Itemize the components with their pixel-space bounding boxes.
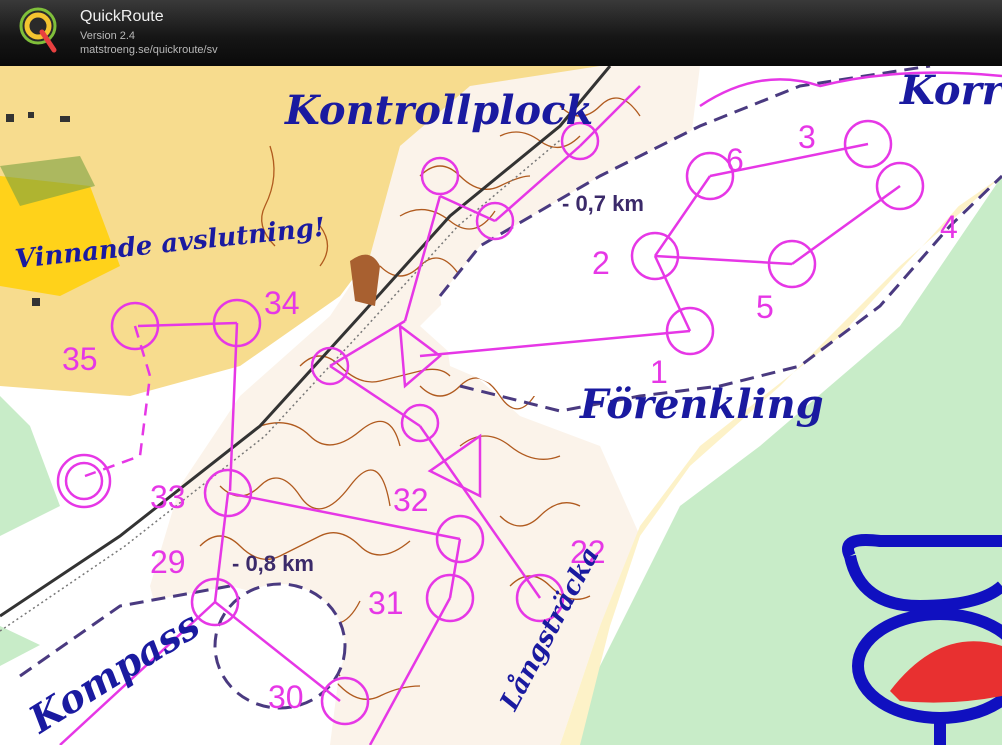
control-number-32: 32 <box>393 482 429 518</box>
control-number-29: 29 <box>150 544 186 580</box>
title-bar: QuickRoute Version 2.4 matstroeng.se/qui… <box>0 0 1002 66</box>
control-number-30: 30 <box>268 679 304 715</box>
quickroute-logo-icon <box>19 7 57 53</box>
control-number-31: 31 <box>368 585 404 621</box>
label-kontrollplock: Kontrollplock <box>284 87 593 134</box>
control-number-6: 6 <box>726 142 744 178</box>
app-title: QuickRoute <box>80 8 164 25</box>
distance-label-top: - 0,7 km <box>562 191 644 216</box>
control-number-2: 2 <box>592 245 610 281</box>
app-url[interactable]: matstroeng.se/quickroute/sv <box>80 44 218 56</box>
control-number-5: 5 <box>756 289 774 325</box>
control-number-3: 3 <box>798 119 816 155</box>
control-number-35: 35 <box>62 341 98 377</box>
label-korr: Korr <box>899 67 1002 114</box>
control-number-34: 34 <box>264 285 300 321</box>
control-number-33: 33 <box>150 479 186 515</box>
distance-label-left: - 0,8 km <box>232 551 314 576</box>
app-version: Version 2.4 <box>80 30 136 42</box>
label-forenkling: Förenkling <box>579 381 824 428</box>
orienteering-map[interactable]: 1 2 3 4 5 6 22 29 30 31 32 33 34 35 - 0,… <box>0 66 1002 745</box>
control-number-4: 4 <box>940 209 958 245</box>
